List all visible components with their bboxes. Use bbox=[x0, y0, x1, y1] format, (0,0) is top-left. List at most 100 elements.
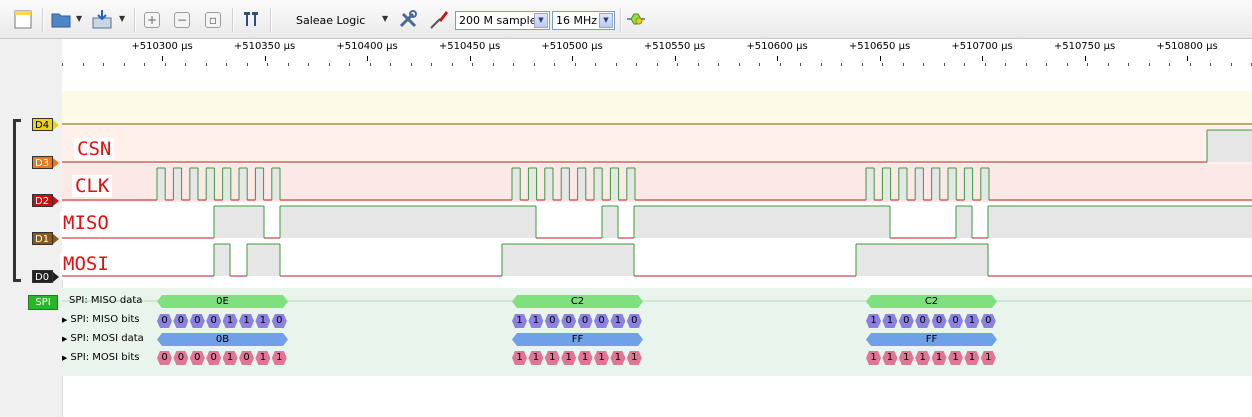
miso-bit[interactable]: 0 bbox=[980, 314, 996, 328]
miso-bit[interactable]: 1 bbox=[866, 314, 881, 328]
analyzer-row-3[interactable]: ▶ SPI: MOSI bits bbox=[62, 352, 140, 363]
mosi-bit[interactable]: 1 bbox=[544, 351, 560, 365]
high-fill bbox=[882, 168, 891, 200]
mosi-bit[interactable]: 1 bbox=[866, 351, 881, 365]
channel-tag-d0[interactable]: D0 bbox=[32, 270, 59, 283]
mosi-bit[interactable]: 0 bbox=[189, 351, 205, 365]
miso-bit[interactable]: 0 bbox=[544, 314, 560, 328]
miso-bit[interactable]: 1 bbox=[255, 314, 271, 328]
expand-arrow-icon[interactable]: ▶ bbox=[62, 354, 67, 362]
miso-data-frame[interactable]: C2 bbox=[866, 295, 997, 308]
mosi-bit[interactable]: 1 bbox=[561, 351, 577, 365]
high-fill bbox=[528, 168, 537, 200]
miso-bit[interactable]: 1 bbox=[222, 314, 238, 328]
mosi-bit[interactable]: 1 bbox=[577, 351, 593, 365]
high-fill bbox=[866, 168, 875, 200]
miso-data-frame[interactable]: C2 bbox=[512, 295, 643, 308]
high-fill bbox=[189, 168, 198, 200]
miso-bit[interactable]: 0 bbox=[561, 314, 577, 328]
expand-arrow-icon[interactable]: ▶ bbox=[62, 316, 67, 324]
miso-bit[interactable]: 1 bbox=[239, 314, 254, 328]
miso-bit[interactable]: 0 bbox=[271, 314, 287, 328]
high-fill bbox=[980, 168, 989, 200]
mosi-bit[interactable]: 1 bbox=[610, 351, 626, 365]
channel-lane-4 bbox=[62, 240, 1252, 280]
miso-bit[interactable]: 0 bbox=[931, 314, 947, 328]
channel-tag-d1[interactable]: D1 bbox=[32, 232, 59, 245]
miso-bit[interactable]: 1 bbox=[610, 314, 626, 328]
channel-name-clk: CLK bbox=[72, 175, 113, 197]
expand-arrow-icon[interactable]: ▶ bbox=[62, 335, 67, 343]
mosi-bit[interactable]: 0 bbox=[239, 351, 254, 365]
miso-bit[interactable]: 0 bbox=[915, 314, 931, 328]
mosi-bit[interactable]: 0 bbox=[173, 351, 189, 365]
miso-bit[interactable]: 0 bbox=[577, 314, 593, 328]
analyzer-row-0[interactable]: SPI: MISO data bbox=[69, 295, 142, 306]
high-fill bbox=[915, 168, 924, 200]
miso-bit[interactable]: 0 bbox=[594, 314, 609, 328]
mosi-bit[interactable]: 1 bbox=[948, 351, 963, 365]
miso-bit[interactable]: 0 bbox=[898, 314, 914, 328]
mosi-bit[interactable]: 1 bbox=[255, 351, 271, 365]
high-fill bbox=[247, 244, 280, 276]
miso-bit[interactable]: 0 bbox=[206, 314, 222, 328]
mosi-data-frame[interactable]: FF bbox=[866, 333, 997, 346]
high-fill bbox=[634, 206, 890, 238]
mosi-data-frame[interactable]: 0B bbox=[157, 333, 288, 346]
high-fill bbox=[206, 168, 215, 200]
high-fill bbox=[1207, 130, 1252, 162]
high-fill bbox=[544, 168, 553, 200]
mosi-bit[interactable]: 1 bbox=[512, 351, 527, 365]
mosi-data-frame[interactable]: FF bbox=[512, 333, 643, 346]
miso-bit[interactable]: 0 bbox=[626, 314, 642, 328]
miso-bit[interactable]: 0 bbox=[948, 314, 963, 328]
analyzer-row-label: SPI: MISO bits bbox=[70, 314, 140, 325]
channel-tag-label: D4 bbox=[35, 120, 50, 131]
spi-analyzer-tag[interactable]: SPI bbox=[28, 295, 58, 310]
mosi-bit[interactable]: 1 bbox=[915, 351, 931, 365]
analyzer-row-2[interactable]: ▶ SPI: MOSI data bbox=[62, 333, 144, 344]
high-fill bbox=[173, 168, 182, 200]
channel-name-mosi: MOSI bbox=[60, 253, 112, 275]
mosi-bit[interactable]: 1 bbox=[931, 351, 947, 365]
mosi-bit[interactable]: 1 bbox=[222, 351, 238, 365]
channel-tag-label: D0 bbox=[35, 272, 50, 283]
high-fill bbox=[964, 168, 973, 200]
miso-bit[interactable]: 1 bbox=[512, 314, 527, 328]
mosi-bit[interactable]: 0 bbox=[157, 351, 172, 365]
mosi-bit[interactable]: 1 bbox=[882, 351, 898, 365]
high-fill bbox=[502, 244, 634, 276]
mosi-bit[interactable]: 1 bbox=[898, 351, 914, 365]
mosi-bit[interactable]: 1 bbox=[964, 351, 980, 365]
channel-group-bracket[interactable] bbox=[13, 119, 21, 282]
waveform-canvas bbox=[62, 115, 1252, 302]
high-fill bbox=[856, 244, 988, 276]
channel-tag-d4[interactable]: D4 bbox=[32, 118, 59, 131]
miso-bit[interactable]: 1 bbox=[964, 314, 980, 328]
high-fill bbox=[280, 206, 536, 238]
mosi-bit[interactable]: 1 bbox=[271, 351, 287, 365]
miso-bit[interactable]: 1 bbox=[882, 314, 898, 328]
high-fill bbox=[626, 168, 635, 200]
analyzer-row-1[interactable]: ▶ SPI: MISO bits bbox=[62, 314, 140, 325]
mosi-bit[interactable]: 1 bbox=[528, 351, 544, 365]
high-fill bbox=[602, 206, 618, 238]
mosi-bit[interactable]: 1 bbox=[626, 351, 642, 365]
high-fill bbox=[594, 168, 603, 200]
miso-bit[interactable]: 0 bbox=[173, 314, 189, 328]
mosi-bit[interactable]: 0 bbox=[206, 351, 222, 365]
mosi-bit[interactable]: 1 bbox=[980, 351, 996, 365]
mosi-bit[interactable]: 1 bbox=[594, 351, 609, 365]
high-fill bbox=[956, 206, 972, 238]
miso-bit[interactable]: 0 bbox=[189, 314, 205, 328]
channel-tag-d3[interactable]: D3 bbox=[32, 156, 59, 169]
miso-bit[interactable]: 1 bbox=[528, 314, 544, 328]
channel-tag-label: D3 bbox=[35, 158, 50, 169]
high-fill bbox=[271, 168, 280, 200]
high-fill bbox=[222, 168, 231, 200]
miso-bit[interactable]: 0 bbox=[157, 314, 172, 328]
analyzer-row-label: SPI: MISO data bbox=[69, 295, 143, 306]
miso-data-frame[interactable]: 0E bbox=[157, 295, 288, 308]
high-fill bbox=[214, 244, 230, 276]
channel-tag-d2[interactable]: D2 bbox=[32, 194, 59, 207]
